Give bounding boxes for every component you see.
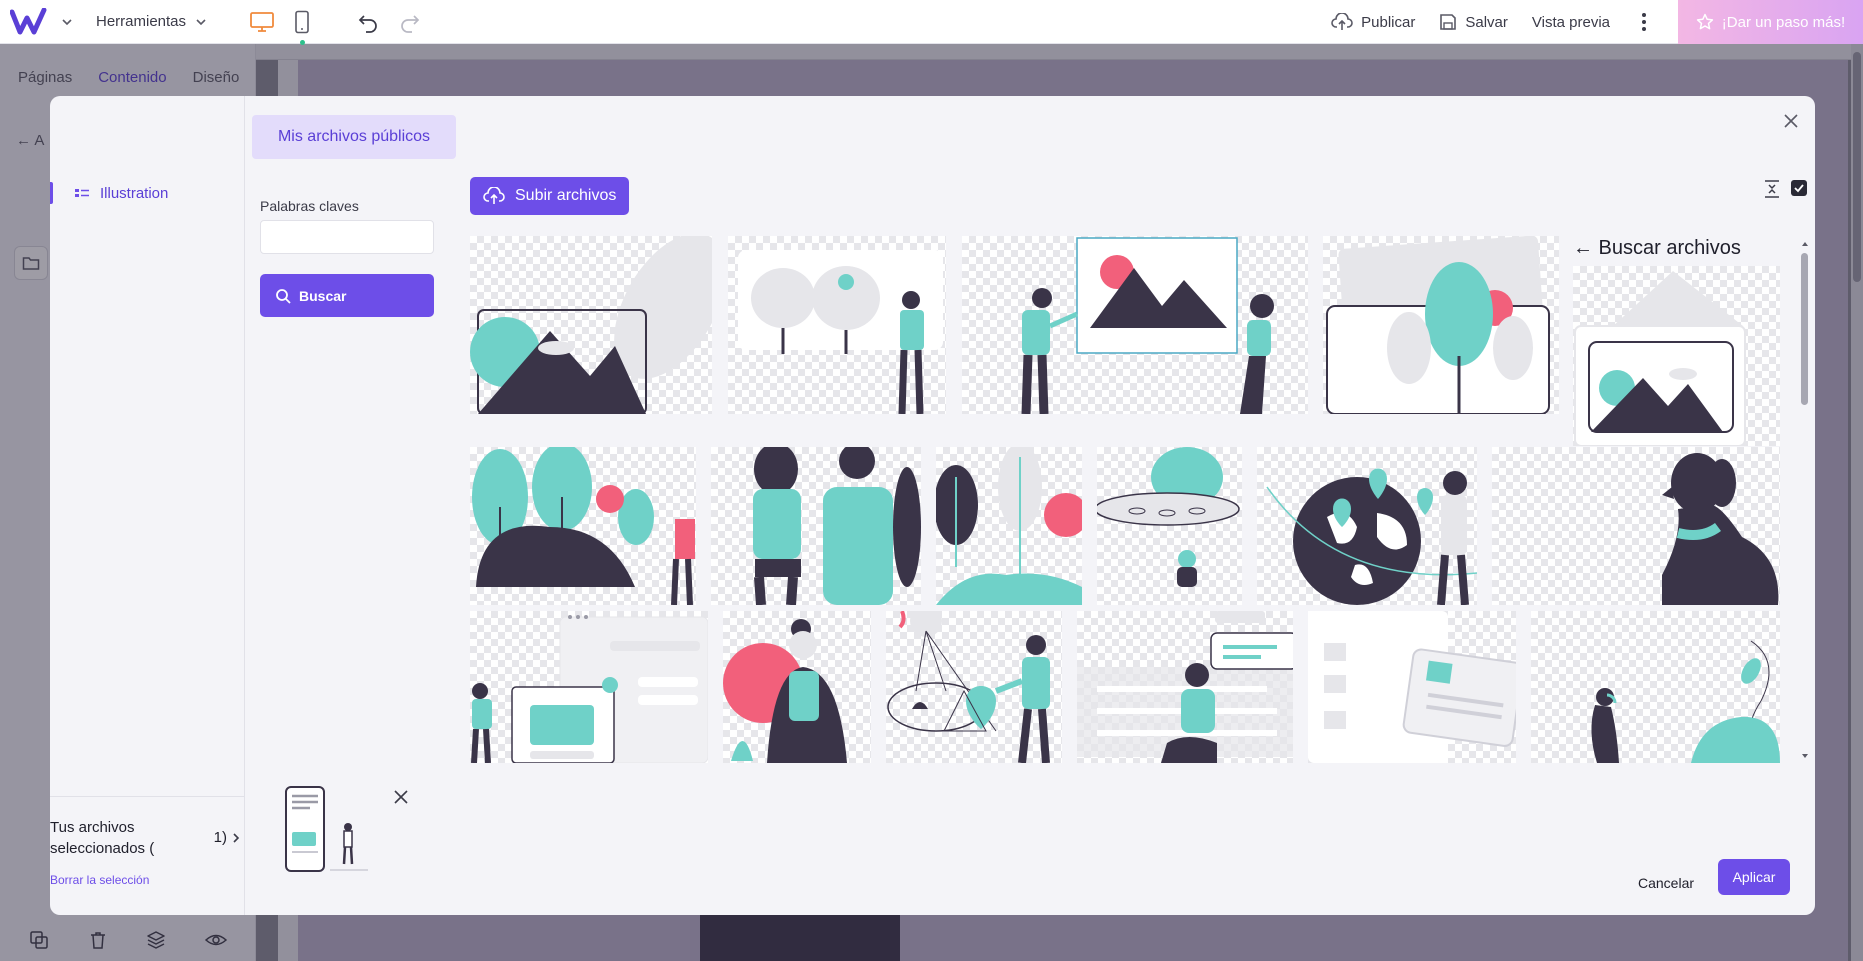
keywords-label: Palabras claves <box>260 198 359 214</box>
category-illustration[interactable]: Illustration <box>50 182 168 204</box>
upload-cloud-icon <box>1331 13 1353 30</box>
save-icon <box>1440 14 1457 30</box>
gallery-item[interactable] <box>1308 611 1516 763</box>
apply-button[interactable]: Aplicar <box>1718 859 1790 895</box>
save-button[interactable]: Salvar <box>1439 13 1508 31</box>
device-switcher <box>248 8 316 45</box>
gallery-item[interactable] <box>962 236 1308 414</box>
redo-icon[interactable] <box>398 10 422 34</box>
gallery-item[interactable] <box>886 611 1062 763</box>
tools-menu[interactable]: Herramientas <box>96 13 208 30</box>
upload-files-button[interactable]: Subir archivos <box>470 177 629 215</box>
search-label: Buscar <box>299 287 347 304</box>
chevron-down-icon[interactable] <box>60 15 74 29</box>
list-icon <box>75 189 89 197</box>
search-button[interactable]: Buscar <box>260 274 434 317</box>
category-sidebar: Illustration Tus archivos seleccionados … <box>50 96 245 915</box>
gallery-item[interactable] <box>470 447 696 605</box>
gallery-item[interactable] <box>1531 611 1780 763</box>
top-toolbar: Herramientas Publicar Salvar Vista previ… <box>0 0 1863 45</box>
tools-label: Herramientas <box>96 13 187 30</box>
gallery-item[interactable] <box>1492 447 1780 605</box>
gallery-item[interactable] <box>470 611 708 763</box>
gallery-item[interactable] <box>1097 447 1242 605</box>
selected-files-count: 1) <box>213 829 227 846</box>
logo-icon[interactable] <box>10 7 52 37</box>
save-label: Salvar <box>1465 13 1508 31</box>
preview-button[interactable]: Vista previa <box>1532 14 1610 31</box>
collapse-icon[interactable] <box>1763 179 1781 199</box>
gallery-scrollbar[interactable] <box>1800 239 1810 761</box>
category-label: Illustration <box>100 184 169 202</box>
toolbar-actions: Publicar Salvar Vista previa ¡Dar un pas… <box>1331 0 1863 44</box>
gallery-item[interactable] <box>711 447 921 605</box>
chevron-right-icon <box>233 832 240 843</box>
checkbox-icon[interactable] <box>1791 180 1807 196</box>
upgrade-label: ¡Dar un paso más! <box>1721 13 1846 31</box>
history-controls <box>356 10 422 34</box>
gallery-item[interactable] <box>1323 236 1559 414</box>
gallery-item[interactable] <box>470 236 712 414</box>
illustration-gallery: ← Buscar archivos <box>470 236 1783 763</box>
gallery-item[interactable] <box>1573 266 1780 446</box>
search-icon <box>276 288 291 304</box>
gallery-item[interactable] <box>728 236 946 414</box>
publish-button[interactable]: Publicar <box>1331 13 1415 31</box>
search-files-hint: ← Buscar archivos <box>1573 237 1741 260</box>
gallery-item[interactable] <box>1077 611 1293 763</box>
upload-label: Subir archivos <box>515 187 617 204</box>
preview-label: Vista previa <box>1531 13 1610 31</box>
keywords-input[interactable] <box>260 220 434 254</box>
selected-file-thumbnail[interactable] <box>270 784 370 874</box>
desktop-icon[interactable] <box>248 8 276 36</box>
mobile-icon[interactable] <box>288 8 316 45</box>
publish-label: Publicar <box>1361 13 1416 31</box>
active-indicator <box>50 182 53 204</box>
undo-icon[interactable] <box>356 10 380 34</box>
kebab-menu-icon[interactable] <box>1634 13 1654 31</box>
chevron-down-icon <box>196 18 206 25</box>
selected-files-label: Tus archivos seleccionados ( <box>50 819 155 857</box>
file-picker-modal: Illustration Tus archivos seleccionados … <box>50 96 1815 915</box>
filter-panel: Mis archivos públicos Palabras claves Bu… <box>245 96 456 915</box>
gallery-item[interactable] <box>1257 447 1477 605</box>
close-icon[interactable] <box>1782 112 1800 130</box>
selected-files-summary: Tus archivos seleccionados ( 1) Borrar l… <box>50 796 245 887</box>
clear-selection-link[interactable]: Borrar la selección <box>50 873 245 887</box>
cancel-button[interactable]: Cancelar <box>1621 866 1711 900</box>
star-icon <box>1696 13 1713 30</box>
selected-files-toggle[interactable]: Tus archivos seleccionados ( 1) <box>50 817 245 859</box>
upload-cloud-icon <box>483 187 505 204</box>
upgrade-button[interactable]: ¡Dar un paso más! <box>1678 0 1863 44</box>
gallery-item[interactable] <box>723 611 871 763</box>
active-device-dot <box>300 39 306 45</box>
tab-public-files[interactable]: Mis archivos públicos <box>252 115 456 159</box>
remove-selection-icon[interactable] <box>392 788 410 806</box>
gallery-item[interactable] <box>936 447 1082 605</box>
